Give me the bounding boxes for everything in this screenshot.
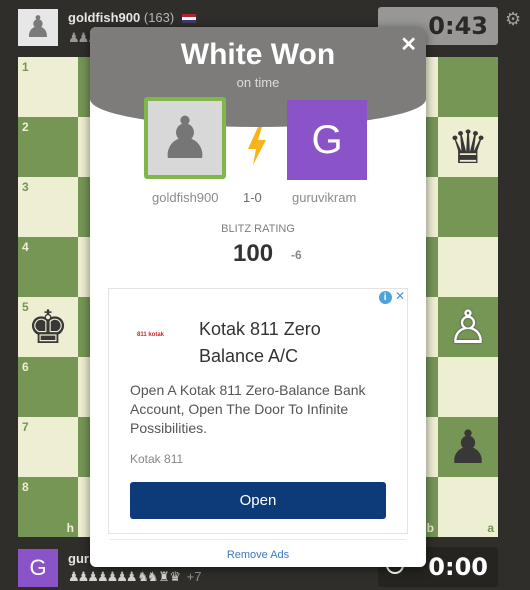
rank-label: 3 [22,180,29,194]
top-player-avatar[interactable]: ♟ [18,9,58,46]
black-piece[interactable]: ♛ [438,117,498,177]
rank-label: 6 [22,360,29,374]
square-a7[interactable]: ♟ [438,417,498,477]
material-advantage: +7 [186,569,202,584]
file-label: a [487,521,494,535]
ad-logo: 811 kotak [137,332,165,338]
file-label: h [66,521,74,535]
us-flag-icon [181,14,196,24]
ad-title[interactable]: Kotak 811 Zero Balance A/C [199,316,389,370]
rating-value: 100 [233,240,274,267]
ad-brand: Kotak 811 [130,452,184,466]
bottom-captured-glyphs: ♟♟♟♟♟♟♟ ♞♞ ♜ ♛ [68,569,181,584]
square-h6[interactable]: 6 [18,357,78,417]
bottom-player-avatar[interactable]: G [18,549,58,587]
white-player-avatar[interactable]: ♟ [144,97,226,179]
black-player-avatar[interactable]: G [287,100,367,180]
divider [110,539,406,540]
square-a4[interactable] [438,237,498,297]
file-label: b [426,521,434,535]
top-player-name[interactable]: goldfish900 [68,10,140,25]
ad-open-button[interactable]: Open [130,482,386,519]
square-h7[interactable]: 7 [18,417,78,477]
rating-change: -6 [291,248,302,262]
rank-label: 4 [22,240,29,254]
rank-label: 8 [22,480,29,494]
square-a2[interactable]: ♛ [438,117,498,177]
bottom-captured-pieces: ♟♟♟♟♟♟♟ ♞♞ ♜ ♛ +7 [68,569,202,585]
square-a6[interactable] [438,357,498,417]
top-player-info: goldfish900 (163) [68,10,196,25]
square-a5[interactable]: ♙ [438,297,498,357]
rank-label: 2 [22,120,29,134]
modal-title: White Won [180,38,336,71]
ad-description: Open A Kotak 811 Zero-Balance Bank Accou… [130,382,366,436]
gear-icon[interactable]: ⚙ [505,9,521,30]
black-piece[interactable]: ♚ [18,297,78,357]
square-h3[interactable]: 3 [18,177,78,237]
game-score: 1-0 [243,190,262,205]
advertisement[interactable]: i ✕ 811 kotak Kotak 811 Zero Balance A/C… [108,288,408,534]
square-h8[interactable]: 8h [18,477,78,537]
rank-label: 1 [22,60,29,74]
info-icon[interactable]: i [378,291,392,304]
remove-ads-link[interactable]: Remove Ads [90,549,426,561]
square-h4[interactable]: 4 [18,237,78,297]
lightning-icon [248,127,266,165]
rank-label: 7 [22,420,29,434]
rating-label: BLITZ RATING [221,223,295,235]
black-player-name[interactable]: guruvikram [292,190,356,205]
square-h5[interactable]: 5 ♚ [18,297,78,357]
close-icon[interactable]: ✕ [400,32,417,57]
black-piece[interactable]: ♟ [438,417,498,477]
bottom-player-name[interactable]: gur [68,551,89,566]
square-a1[interactable] [438,57,498,117]
modal-subtitle: on time [236,75,280,90]
square-h1[interactable]: 1 [18,57,78,117]
white-piece[interactable]: ♙ [438,297,498,357]
ad-close-icon[interactable]: ✕ [395,289,405,303]
ad-choices[interactable]: i ✕ [378,289,405,304]
top-player-rating: (163) [143,10,175,25]
square-a8[interactable]: a [438,477,498,537]
square-h2[interactable]: 2 [18,117,78,177]
white-player-name[interactable]: goldfish900 [152,190,219,205]
game-over-modal: White Won on time ✕ ♟ G goldfish900 1-0 … [90,27,426,567]
square-a3[interactable] [438,177,498,237]
